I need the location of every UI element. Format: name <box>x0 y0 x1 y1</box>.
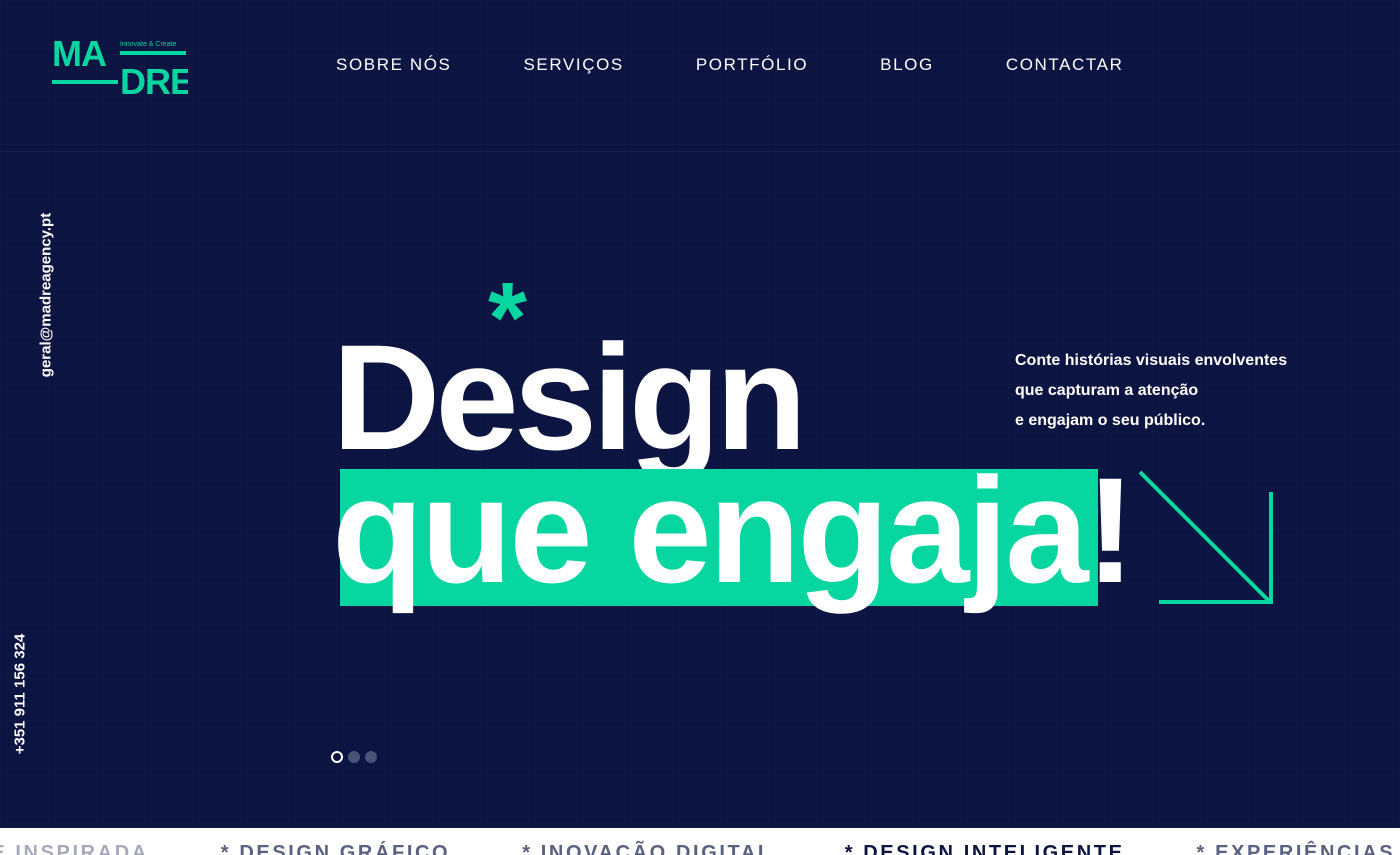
page: MA Innovate & Create DRE SOBRE NÓS SERVI… <box>0 0 1400 855</box>
logo-mark: MA Innovate & Create DRE <box>52 36 188 98</box>
main-nav: SOBRE NÓS SERVIÇOS PORTFÓLIO BLOG CONTAC… <box>336 54 1123 76</box>
tagline-line: Conte histórias visuais envolventes <box>1015 352 1288 369</box>
arrow-down-right-icon[interactable] <box>1134 466 1280 610</box>
tagline-line: e engajam o seu público. <box>1015 412 1206 429</box>
hero-tagline: Conte histórias visuais envolventes que … <box>1015 346 1335 436</box>
email-text: geral@madreagency.pt <box>37 212 55 378</box>
tagline-line: que capturam a atenção <box>1015 382 1199 399</box>
marquee-item: * EXPERIÊNCIAS <box>1196 842 1396 855</box>
nav-item-sobre-nos[interactable]: SOBRE NÓS <box>336 54 451 76</box>
slider-dot-2[interactable] <box>348 751 360 763</box>
nav-item-servicos[interactable]: SERVIÇOS <box>523 54 623 76</box>
phone-link[interactable]: +351 911 156 324 <box>10 628 30 760</box>
logo-bottom-text: DRE <box>120 61 188 98</box>
nav-item-portfolio[interactable]: PORTFÓLIO <box>696 54 808 76</box>
hero-title-line2: que engaja! <box>332 446 1135 614</box>
site-header: MA Innovate & Create DRE SOBRE NÓS SERVI… <box>0 0 1400 152</box>
slider-dots <box>331 751 382 763</box>
services-marquee: IDADE INSPIRADA * DESIGN GRÁFICO * INOVA… <box>0 828 1400 855</box>
logo-top-text: MA <box>52 36 107 74</box>
slider-dot-1[interactable] <box>331 751 343 763</box>
marquee-track: IDADE INSPIRADA * DESIGN GRÁFICO * INOVA… <box>0 841 1400 855</box>
email-link[interactable]: geral@madreagency.pt <box>36 205 56 385</box>
marquee-item: IDADE INSPIRADA <box>0 842 149 855</box>
nav-item-blog[interactable]: BLOG <box>880 54 934 76</box>
hero-asterisk: * <box>488 262 527 374</box>
logo[interactable]: MA Innovate & Create DRE <box>52 36 188 98</box>
marquee-item: * INOVAÇÃO DIGITAL <box>522 842 773 855</box>
marquee-item: * DESIGN GRÁFICO <box>220 842 451 855</box>
phone-text: +351 911 156 324 <box>11 633 29 755</box>
nav-item-contactar[interactable]: CONTACTAR <box>1006 54 1124 76</box>
slider-dot-3[interactable] <box>365 751 377 763</box>
marquee-item: * DESIGN INTELIGENTE <box>844 842 1125 855</box>
logo-tagline: Innovate & Create <box>120 41 177 48</box>
